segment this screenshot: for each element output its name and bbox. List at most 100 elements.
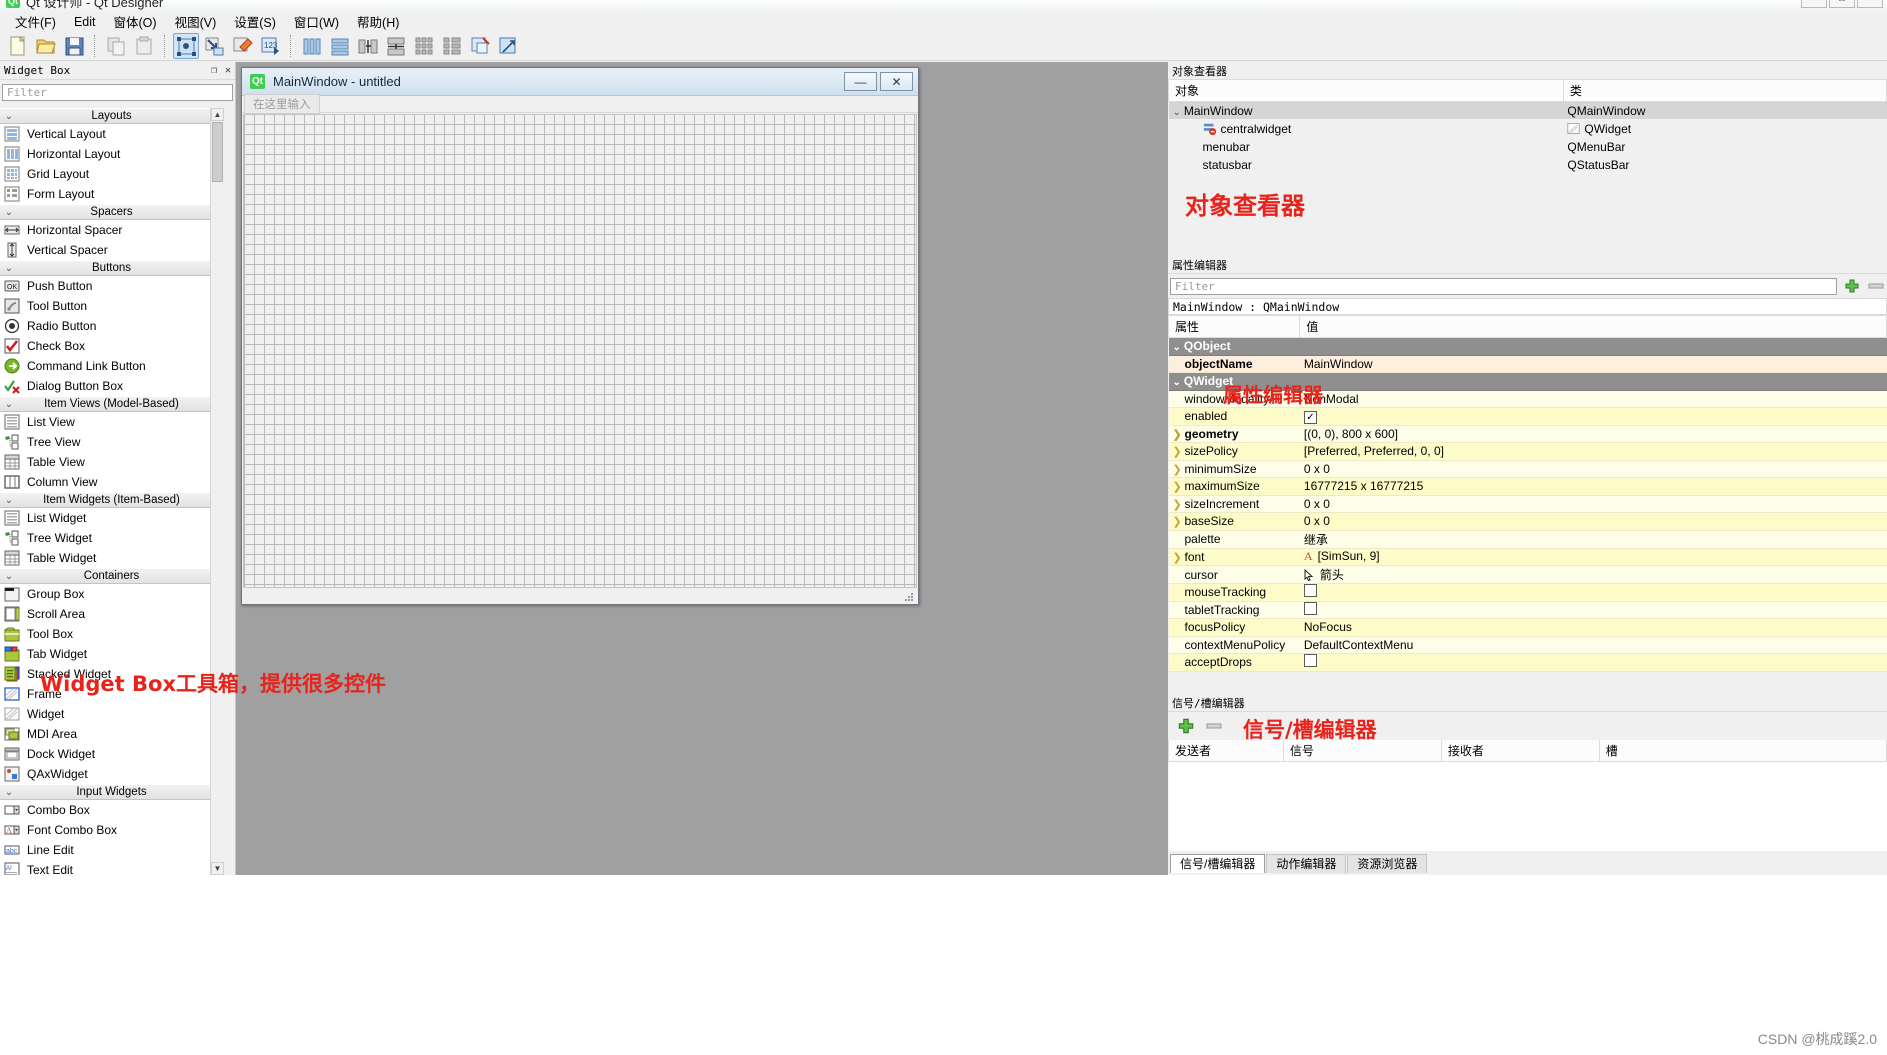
new-file-icon[interactable] — [5, 33, 31, 59]
widget-item-text-edit[interactable]: AI Text Edit — [0, 860, 223, 875]
menu-item-2[interactable]: 窗体(O) — [105, 10, 166, 33]
close-button[interactable]: ✕ — [1857, 0, 1883, 8]
scroll-up-icon[interactable]: ▲ — [211, 108, 224, 121]
checkbox-tabletTracking[interactable] — [1303, 601, 1317, 615]
widget-category-buttons[interactable]: ⌄ Buttons — [0, 260, 223, 276]
minimize-button[interactable]: — — [1801, 0, 1827, 8]
property-row-font[interactable]: ❯ font A [SimSun, 9] — [1168, 548, 1887, 566]
property-table[interactable]: 属性 值 ⌄ QObject objectName MainWindow ⌄ QWidge… — [1167, 315, 1887, 672]
close-icon[interactable]: ✕ — [221, 64, 235, 78]
widget-item-dialog-button-box[interactable]: Dialog Button Box — [0, 376, 223, 396]
adjust-size-icon[interactable] — [495, 33, 521, 59]
widget-item-check-box[interactable]: Check Box — [0, 336, 223, 356]
main-window-form[interactable]: Qt MainWindow - untitled — ✕ 在这里输入 — [241, 67, 919, 605]
layout-horizontal-icon[interactable] — [299, 33, 325, 59]
widget-item-dock-widget[interactable]: Dock Widget — [0, 744, 223, 764]
property-row-minimumSize[interactable]: ❯ minimumSize 0 x 0 — [1168, 460, 1887, 478]
property-row-enabled[interactable]: enabled ✓ — [1168, 407, 1887, 426]
checkbox-mouseTracking[interactable] — [1303, 584, 1317, 598]
form-close-button[interactable]: ✕ — [880, 72, 913, 91]
property-value-cell[interactable]: 继承 — [1299, 530, 1887, 549]
widget-item-group-box[interactable]: Group Box — [0, 584, 223, 604]
widget-category-containers[interactable]: ⌄ Containers — [0, 568, 223, 584]
widget-item-vertical-spacer[interactable]: Vertical Spacer — [0, 240, 223, 260]
property-value-cell[interactable] — [1299, 653, 1887, 672]
checkbox-enabled[interactable]: ✓ — [1303, 410, 1317, 424]
widget-item-horizontal-spacer[interactable]: Horizontal Spacer — [0, 220, 223, 240]
chevron-down-icon[interactable]: ⌄ — [1173, 377, 1184, 388]
property-row-cursor[interactable]: cursor 箭头 — [1168, 565, 1887, 584]
edit-signals-slots-icon[interactable] — [201, 33, 227, 59]
property-value-cell[interactable] — [1299, 583, 1887, 602]
bottom-tab-bar[interactable]: 信号/槽编辑器 动作编辑器 资源浏览器 — [1168, 851, 1887, 873]
property-value-cell[interactable]: NonModal — [1299, 390, 1887, 408]
property-row-focusPolicy[interactable]: focusPolicy NoFocus — [1168, 618, 1887, 637]
form-central-widget[interactable] — [243, 114, 917, 588]
signal-slot-table[interactable]: 发送者 信号 接收者 槽 — [1168, 740, 1887, 858]
property-value-cell[interactable] — [1299, 601, 1887, 619]
property-value-cell[interactable]: A [SimSun, 9] — [1299, 548, 1887, 566]
bottom-tab-2[interactable]: 资源浏览器 — [1347, 854, 1428, 873]
save-icon[interactable] — [61, 33, 87, 59]
property-value-cell[interactable]: MainWindow — [1299, 355, 1887, 373]
menu-item-6[interactable]: 帮助(H) — [348, 10, 408, 33]
object-inspector-table[interactable]: 对象 类 ⌄ MainWindow QMainWindow centralwidget… — [1168, 80, 1887, 174]
widget-item-radio-button[interactable]: Radio Button — [0, 316, 223, 336]
bottom-tab-1[interactable]: 动作编辑器 — [1266, 854, 1347, 873]
add-connection-icon[interactable] — [1176, 716, 1196, 736]
widget-item-push-button[interactable]: OK Push Button — [0, 276, 223, 296]
menu-item-4[interactable]: 设置(S) — [225, 10, 285, 33]
float-icon[interactable]: ❐ — [207, 64, 221, 78]
widget-category-layouts[interactable]: ⌄ Layouts — [0, 108, 223, 124]
widget-item-tab-widget[interactable]: Tab Widget — [0, 644, 223, 664]
object-row-MainWindow[interactable]: ⌄ MainWindow QMainWindow — [1168, 101, 1887, 120]
edit-widgets-icon[interactable] — [173, 32, 199, 59]
object-row-statusbar[interactable]: statusbar QStatusBar — [1168, 155, 1887, 174]
paste-icon[interactable] — [131, 33, 157, 59]
edit-tab-order-icon[interactable]: 123 — [257, 33, 283, 59]
bottom-tab-0[interactable]: 信号/槽编辑器 — [1170, 854, 1266, 873]
layout-grid-icon[interactable] — [411, 33, 437, 59]
property-value-cell[interactable]: 箭头 — [1299, 565, 1887, 584]
copy-icon[interactable] — [103, 33, 129, 59]
widget-item-line-edit[interactable]: abc Line Edit — [0, 840, 223, 860]
layout-splitter-h-icon[interactable] — [355, 33, 381, 59]
property-row-palette[interactable]: palette 继承 — [1168, 530, 1887, 549]
property-value-cell[interactable]: ✓ — [1299, 407, 1887, 426]
size-grip-icon[interactable] — [903, 591, 915, 603]
form-menu-bar[interactable]: 在这里输入 — [242, 94, 918, 114]
menu-item-5[interactable]: 窗口(W) — [285, 10, 348, 33]
remove-property-icon[interactable] — [1867, 281, 1885, 291]
property-value-cell[interactable]: 0 x 0 — [1299, 460, 1887, 478]
widget-item-qaxwidget[interactable]: QAxWidget — [0, 764, 223, 784]
property-value-cell[interactable]: 16777215 x 16777215 — [1299, 477, 1887, 496]
property-group-QObject[interactable]: ⌄ QObject — [1168, 337, 1887, 356]
widget-category-spacers[interactable]: ⌄ Spacers — [0, 204, 223, 220]
property-value-cell[interactable]: [(0, 0), 800 x 600] — [1299, 425, 1887, 443]
maximize-button[interactable]: □ — [1829, 0, 1855, 8]
widget-item-table-view[interactable]: Table View — [0, 452, 223, 472]
form-canvas-area[interactable]: Qt MainWindow - untitled — ✕ 在这里输入 — [236, 62, 1168, 875]
widget-item-command-link-button[interactable]: Command Link Button — [0, 356, 223, 376]
layout-form-icon[interactable] — [439, 33, 465, 59]
widget-category-input-widgets[interactable]: ⌄ Input Widgets — [0, 784, 223, 800]
object-row-menubar[interactable]: menubar QMenuBar — [1168, 137, 1887, 156]
layout-splitter-v-icon[interactable] — [383, 33, 409, 59]
edit-buddies-icon[interactable] — [229, 33, 255, 59]
widget-item-horizontal-layout[interactable]: Horizontal Layout — [0, 144, 223, 164]
menu-item-3[interactable]: 视图(V) — [166, 10, 226, 33]
property-row-objectName[interactable]: objectName MainWindow — [1168, 355, 1887, 373]
property-row-mouseTracking[interactable]: mouseTracking — [1168, 583, 1887, 602]
property-row-maximumSize[interactable]: ❯ maximumSize 16777215 x 16777215 — [1168, 477, 1887, 496]
scroll-thumb[interactable] — [212, 122, 223, 182]
property-filter-input[interactable]: Filter — [1170, 277, 1837, 295]
widget-item-widget[interactable]: Widget — [0, 704, 223, 724]
property-row-geometry[interactable]: ❯ geometry [(0, 0), 800 x 600] — [1168, 425, 1887, 443]
widget-item-tool-button[interactable]: Tool Button — [0, 296, 223, 316]
widget-item-column-view[interactable]: Column View — [0, 472, 223, 492]
widget-category-item-views-model-based[interactable]: ⌄ Item Views (Model-Based) — [0, 396, 223, 412]
widget-item-mdi-area[interactable]: MDI Area — [0, 724, 223, 744]
chevron-down-icon[interactable]: ⌄ — [1173, 107, 1184, 118]
widget-box-list[interactable]: ⌄ Layouts Vertical Layout Horizontal Layout… — [0, 108, 223, 875]
menu-item-0[interactable]: 文件(F) — [6, 10, 65, 33]
